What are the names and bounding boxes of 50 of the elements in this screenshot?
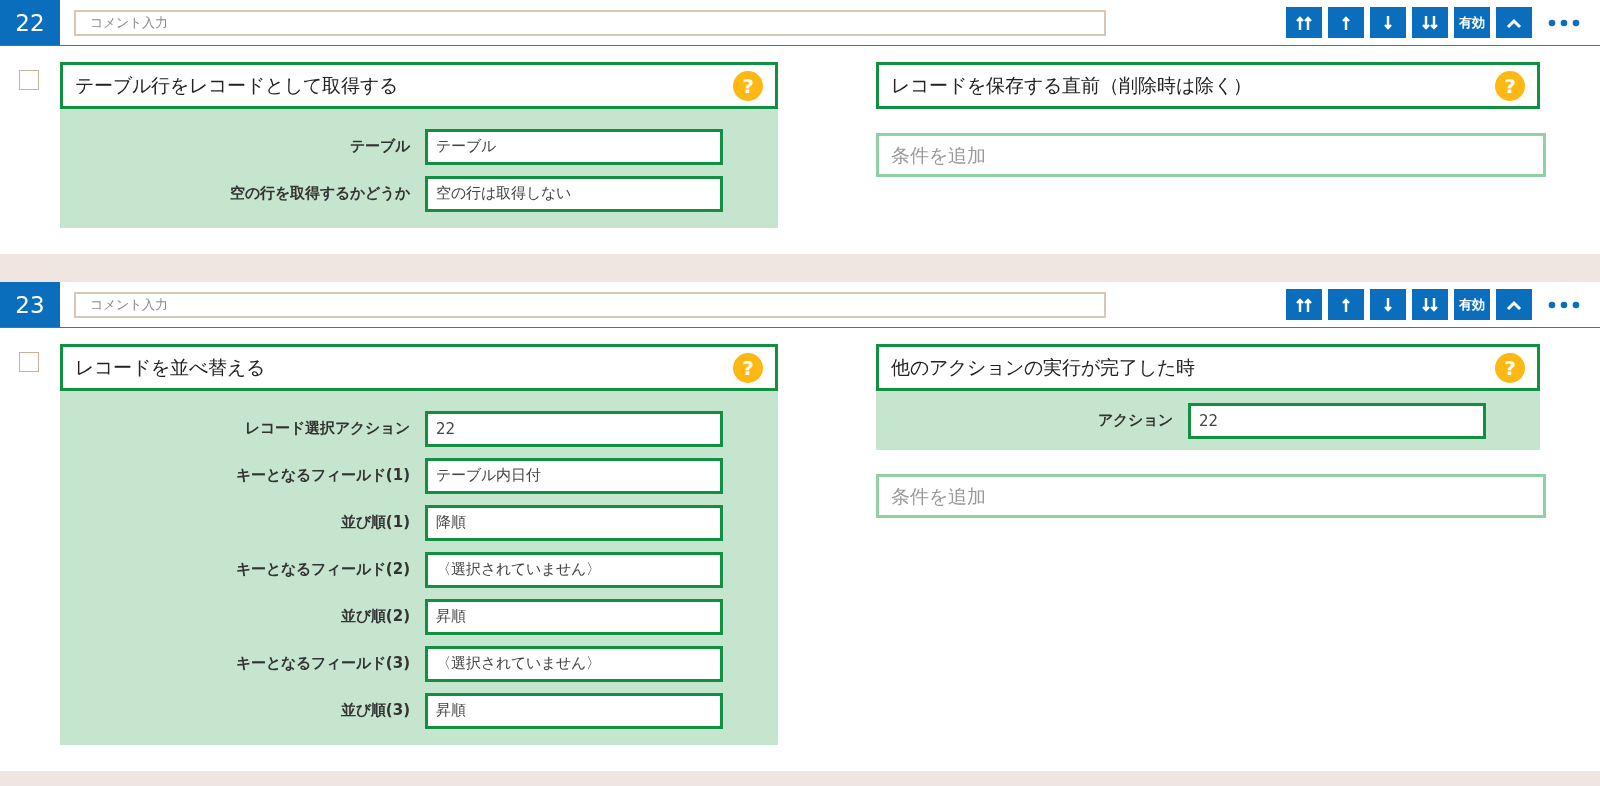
parameter-field[interactable]: 22: [1188, 402, 1486, 439]
trigger-title-bar[interactable]: レコードを保存する直前（削除時は除く） ?: [876, 62, 1540, 109]
collapse-button[interactable]: [1496, 7, 1532, 38]
move-to-top-button[interactable]: [1286, 289, 1322, 320]
parameter-label: アクション: [1097, 411, 1173, 430]
parameter-label: テーブル: [349, 137, 410, 156]
move-to-bottom-button[interactable]: [1412, 7, 1448, 38]
ellipsis-icon: [1548, 18, 1580, 27]
parameter-label: レコード選択アクション: [244, 419, 410, 438]
parameter-field[interactable]: 昇順: [425, 692, 723, 729]
checkbox[interactable]: [19, 70, 39, 90]
trigger-title: 他のアクションの実行が完了した時: [891, 354, 1195, 380]
trigger-title: レコードを保存する直前（削除時は除く）: [891, 72, 1252, 98]
action-title-bar[interactable]: テーブル行をレコードとして取得する ?: [60, 62, 778, 109]
comment-field[interactable]: コメント入力: [74, 291, 1106, 318]
move-down-button[interactable]: [1370, 7, 1406, 38]
parameter-field[interactable]: 降順: [425, 504, 723, 541]
collapse-button[interactable]: [1496, 289, 1532, 320]
enable-toggle-button[interactable]: 有効: [1454, 7, 1490, 38]
trigger-title-bar[interactable]: 他のアクションの実行が完了した時 ?: [876, 344, 1540, 391]
parameter-field[interactable]: 22: [425, 410, 723, 447]
move-to-top-button[interactable]: [1286, 7, 1322, 38]
ellipsis-icon: [1548, 300, 1580, 309]
parameter-field[interactable]: 昇順: [425, 598, 723, 635]
parameter-label: 並び順(3): [339, 701, 410, 720]
parameter-label: 並び順(2): [339, 607, 410, 626]
move-up-button[interactable]: [1328, 7, 1364, 38]
enable-toggle-button[interactable]: 有効: [1454, 289, 1490, 320]
checkbox[interactable]: [19, 352, 39, 372]
move-up-button[interactable]: [1328, 289, 1364, 320]
move-to-bottom-button[interactable]: [1412, 289, 1448, 320]
parameter-label: キーとなるフィールド(2): [234, 560, 410, 579]
parameter-field[interactable]: テーブル: [425, 128, 723, 165]
parameter-label: 空の行を取得するかどうか: [229, 184, 410, 203]
action-title: テーブル行をレコードとして取得する: [75, 72, 398, 98]
comment-field[interactable]: コメント入力: [74, 9, 1106, 36]
move-down-button[interactable]: [1370, 289, 1406, 320]
action-title: レコードを並べ替える: [75, 354, 265, 380]
parameter-label: キーとなるフィールド(1): [234, 466, 410, 485]
parameter-field[interactable]: 〈選択されていません〉: [425, 551, 723, 588]
add-condition-field[interactable]: 条件を追加: [876, 474, 1546, 518]
add-condition-field[interactable]: 条件を追加: [876, 133, 1546, 177]
parameter-label: キーとなるフィールド(3): [234, 654, 410, 673]
parameter-field[interactable]: 空の行は取得しない: [425, 175, 723, 212]
step-number: 22: [0, 0, 60, 45]
parameter-field[interactable]: テーブル内日付: [425, 457, 723, 494]
parameter-field[interactable]: 〈選択されていません〉: [425, 645, 723, 682]
action-title-bar[interactable]: レコードを並べ替える ?: [60, 344, 778, 391]
parameter-label: 並び順(1): [339, 513, 410, 532]
step-number: 23: [0, 282, 60, 327]
